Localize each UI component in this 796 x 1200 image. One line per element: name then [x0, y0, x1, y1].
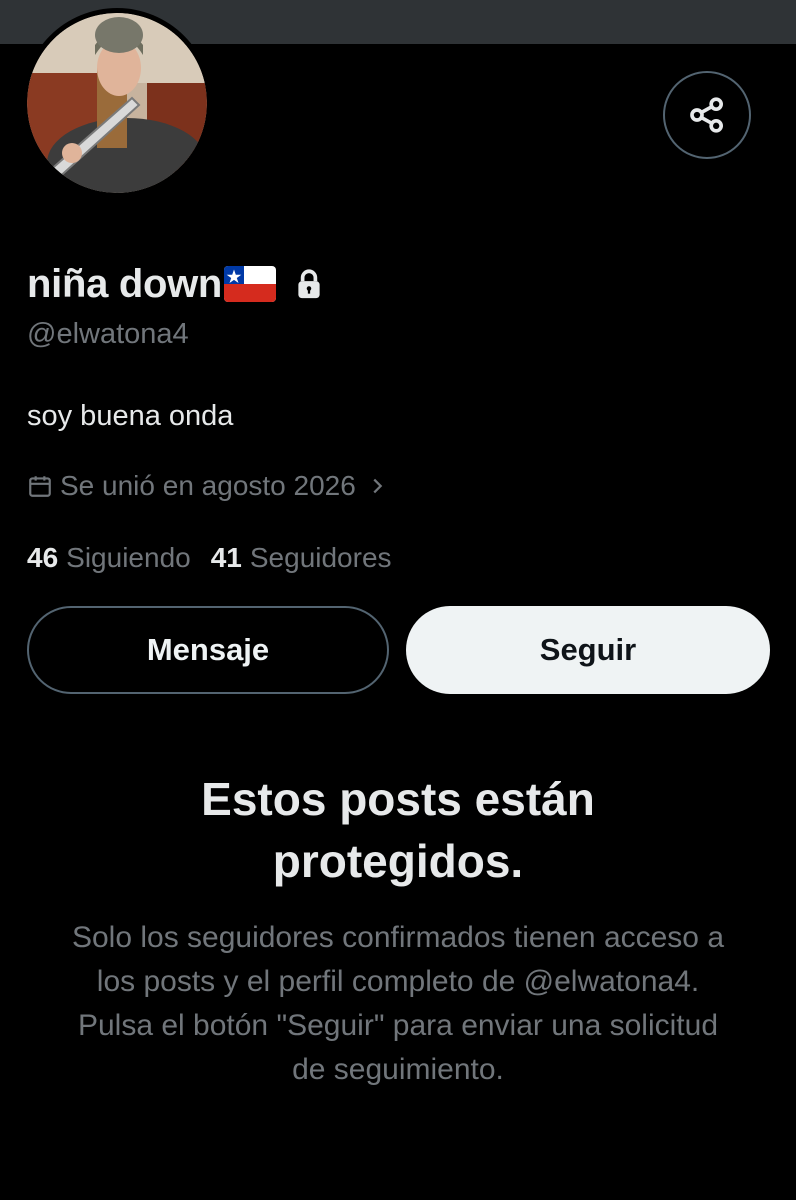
display-name: niña down — [27, 261, 223, 306]
share-button[interactable] — [663, 71, 751, 159]
chile-flag-icon — [224, 266, 277, 302]
message-button[interactable]: Mensaje — [27, 606, 389, 694]
following-count: 46 — [27, 542, 59, 573]
profile-bio: soy buena onda — [27, 400, 234, 432]
followers-stat[interactable]: 41 Seguidores — [211, 542, 392, 574]
avatar[interactable] — [22, 8, 212, 198]
following-label: Siguiendo — [66, 542, 191, 573]
lock-icon — [298, 269, 320, 299]
joined-date[interactable]: Se unió en agosto 2026 — [27, 470, 388, 502]
chevron-right-icon — [373, 478, 383, 494]
joined-text: Se unió en agosto 2026 — [60, 470, 356, 501]
protected-description: Solo los seguidores confirmados tienen a… — [71, 921, 725, 1086]
followers-label: Seguidores — [249, 542, 392, 573]
follow-button[interactable]: Seguir — [406, 606, 770, 694]
name-row: niña down — [27, 258, 326, 310]
avatar-photo — [27, 13, 207, 193]
following-stat[interactable]: 46 Siguiendo — [27, 542, 191, 574]
protected-notice: Estos posts están protegidos. Solo los s… — [40, 768, 756, 1092]
followers-count: 41 — [210, 542, 242, 573]
share-icon — [690, 97, 723, 133]
profile-handle: @elwatona4 — [27, 318, 189, 350]
protected-title: Estos posts están protegidos. — [201, 773, 595, 887]
follow-stats: 46 Siguiendo 41 Seguidores — [27, 542, 392, 574]
calendar-icon — [29, 476, 51, 497]
